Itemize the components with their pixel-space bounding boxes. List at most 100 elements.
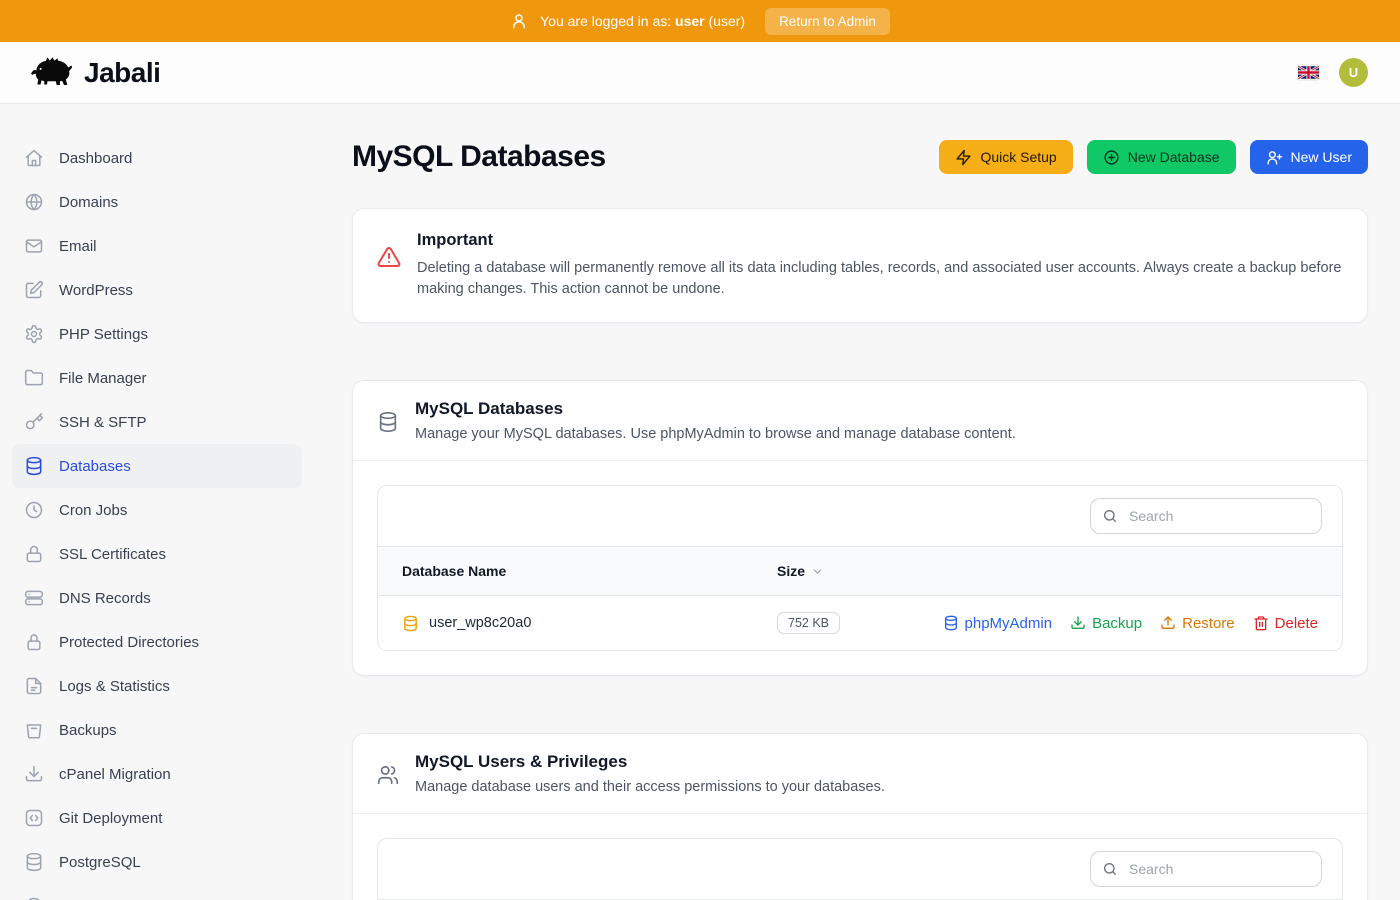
column-header-size: Size [753, 547, 875, 596]
search-icon [1102, 508, 1118, 524]
sidebar-item-php-settings[interactable]: PHP Settings [12, 312, 302, 356]
database-icon [943, 615, 959, 631]
logged-in-role: (user) [709, 13, 746, 29]
sidebar-item-email[interactable]: Email [12, 224, 302, 268]
sidebar-item-label: SSH & SFTP [59, 414, 147, 431]
new-user-button[interactable]: New User [1250, 140, 1368, 174]
databases-search-input[interactable] [1090, 498, 1322, 534]
clock-icon [24, 500, 44, 520]
sidebar-item-cron-jobs[interactable]: Cron Jobs [12, 488, 302, 532]
chevron-down-icon [811, 565, 824, 578]
padlock-icon [24, 632, 44, 652]
sidebar-item-git-deployment[interactable]: Git Deployment [12, 796, 302, 840]
sidebar-item-label: Cron Jobs [59, 502, 127, 519]
sidebar-item-dns-records[interactable]: DNS Records [12, 576, 302, 620]
sidebar-item-partial[interactable] [12, 884, 302, 900]
sidebar-item-label: Domains [59, 194, 118, 211]
download-icon [24, 764, 44, 784]
sidebar-item-ssh-sftp[interactable]: SSH & SFTP [12, 400, 302, 444]
sidebar-item-label: Git Deployment [59, 810, 162, 827]
zap-icon [955, 149, 972, 166]
sidebar-item-cpanel-migration[interactable]: cPanel Migration [12, 752, 302, 796]
database-icon [24, 456, 44, 476]
quick-setup-button[interactable]: Quick Setup [939, 140, 1072, 174]
database-name: user_wp8c20a0 [429, 615, 531, 631]
globe-icon [24, 192, 44, 212]
sidebar-item-label: Protected Directories [59, 634, 199, 651]
sidebar-item-label: File Manager [59, 370, 147, 387]
home-icon [24, 148, 44, 168]
column-header-database-name: Database Name [378, 547, 753, 596]
database-icon [377, 411, 399, 442]
server-icon [24, 588, 44, 608]
sidebar-item-label: SSL Certificates [59, 546, 166, 563]
logged-in-message: You are logged in as: user (user) [540, 13, 745, 29]
databases-card: MySQL Databases Manage your MySQL databa… [352, 380, 1368, 676]
users-section-title: MySQL Users & Privileges [415, 752, 885, 772]
upload-icon [1160, 615, 1176, 631]
users-card: MySQL Users & Privileges Manage database… [352, 733, 1368, 900]
warning-title: Important [417, 231, 1343, 250]
circle-icon [24, 896, 44, 900]
alert-triangle-icon [377, 245, 401, 300]
sidebar-item-label: Email [59, 238, 97, 255]
gear-icon [24, 324, 44, 344]
mail-icon [24, 236, 44, 256]
databases-section-subtitle: Manage your MySQL databases. Use phpMyAd… [415, 426, 1016, 442]
sidebar-item-label: cPanel Migration [59, 766, 171, 783]
key-icon [24, 412, 44, 432]
warning-card: Important Deleting a database will perma… [352, 208, 1368, 323]
sidebar-item-file-manager[interactable]: File Manager [12, 356, 302, 400]
size-badge: 752 KB [777, 612, 840, 634]
sidebar-item-label: Backups [59, 722, 117, 739]
impersonation-banner: You are logged in as: user (user) Return… [0, 0, 1400, 42]
sidebar-item-label: WordPress [59, 282, 133, 299]
return-to-admin-button[interactable]: Return to Admin [765, 8, 890, 35]
user-plus-icon [1266, 149, 1283, 166]
brand-name: Jabali [84, 57, 160, 89]
download-icon [1070, 615, 1086, 631]
sidebar-item-postgresql[interactable]: PostgreSQL [12, 840, 302, 884]
sidebar-item-label: Databases [59, 458, 131, 475]
sidebar-item-domains[interactable]: Domains [12, 180, 302, 224]
archive-icon [24, 720, 44, 740]
edit-icon [24, 280, 44, 300]
user-icon [510, 12, 528, 30]
databases-table: Database Name Size [378, 546, 1342, 650]
databases-section-title: MySQL Databases [415, 399, 1016, 419]
lock-icon [24, 544, 44, 564]
restore-link[interactable]: Restore [1160, 615, 1235, 632]
sidebar-item-ssl-certificates[interactable]: SSL Certificates [12, 532, 302, 576]
sidebar: Dashboard Domains Email WordPress PHP Se… [0, 104, 320, 900]
database-icon [24, 852, 44, 872]
sidebar-item-backups[interactable]: Backups [12, 708, 302, 752]
page-title: MySQL Databases [352, 140, 606, 174]
sidebar-item-protected-directories[interactable]: Protected Directories [12, 620, 302, 664]
uk-flag-icon[interactable] [1298, 65, 1319, 80]
users-search-input[interactable] [1090, 851, 1322, 887]
folder-icon [24, 368, 44, 388]
sidebar-item-label: DNS Records [59, 590, 151, 607]
sidebar-item-wordpress[interactable]: WordPress [12, 268, 302, 312]
sidebar-item-label: PHP Settings [59, 326, 148, 343]
plus-circle-icon [1103, 149, 1120, 166]
search-icon [1102, 861, 1118, 877]
trash-icon [1253, 615, 1269, 631]
sidebar-item-dashboard[interactable]: Dashboard [12, 136, 302, 180]
app-header: Jabali U [0, 42, 1400, 104]
brand-logo[interactable]: Jabali [30, 56, 160, 90]
users-section-subtitle: Manage database users and their access p… [415, 779, 885, 795]
backup-link[interactable]: Backup [1070, 615, 1142, 632]
delete-link[interactable]: Delete [1253, 615, 1318, 632]
new-database-button[interactable]: New Database [1087, 140, 1236, 174]
sidebar-item-label: PostgreSQL [59, 854, 141, 871]
phpmyadmin-link[interactable]: phpMyAdmin [943, 615, 1053, 632]
file-text-icon [24, 676, 44, 696]
table-row: user_wp8c20a0 752 KB phpMyAdmin [378, 596, 1342, 651]
avatar[interactable]: U [1339, 58, 1368, 87]
database-icon [402, 615, 419, 632]
users-icon [377, 764, 399, 795]
sidebar-item-logs-statistics[interactable]: Logs & Statistics [12, 664, 302, 708]
size-sort-control[interactable]: Size [777, 563, 824, 579]
sidebar-item-databases[interactable]: Databases [12, 444, 302, 488]
